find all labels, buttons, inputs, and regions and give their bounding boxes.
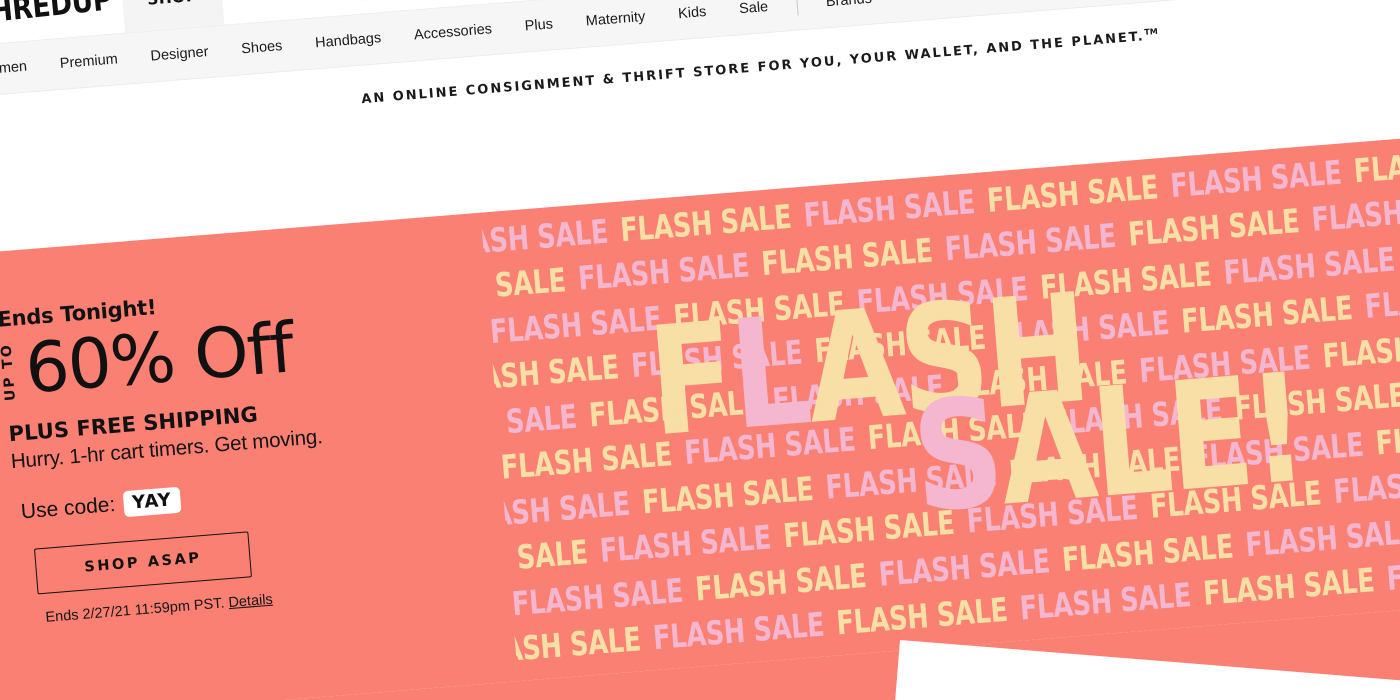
thredup-logo[interactable]: THREDUP: [0, 0, 113, 32]
nav-item-maternity[interactable]: Maternity: [585, 9, 646, 30]
nav-item-sale[interactable]: Sale: [739, 0, 769, 17]
screenshot-stage: THREDUP SHOP SELL: [0, 0, 1400, 700]
hero-offer-copy: Ends Tonight! UP TO 60% Off PLUS FREE SH…: [0, 200, 678, 700]
wordmark-letter: A: [992, 358, 1100, 540]
shop-asap-button-label: SHOP ASAP: [83, 550, 203, 576]
details-link[interactable]: Details: [228, 592, 273, 612]
wordmark-letter: S: [906, 366, 1007, 547]
wordmark-letter: L: [724, 284, 814, 464]
wordmark-letter: L: [1085, 352, 1176, 533]
nav-item-handbags[interactable]: Handbags: [315, 30, 382, 51]
nav-item-brands[interactable]: Brands: [825, 0, 872, 10]
nav-item-women[interactable]: Women: [0, 59, 28, 79]
hero-headline: 60% Off: [22, 308, 296, 410]
tagline-trademark: TM: [1143, 26, 1159, 37]
nav-item-shoes[interactable]: Shoes: [241, 38, 283, 57]
wordmark-letter: E: [1161, 346, 1257, 526]
nav-divider: [796, 0, 799, 16]
nav-item-plus[interactable]: Plus: [524, 16, 553, 34]
hero-up-to-label: UP TO: [0, 342, 19, 402]
promo-code-label: Use code:: [20, 492, 117, 524]
tab-shop-label: SHOP: [146, 0, 198, 9]
nav-item-goody-boxes[interactable]: Goody Boxes: [904, 0, 992, 4]
promo-code-value[interactable]: YAY: [122, 486, 182, 518]
big-sale-wordmark: SALE!: [907, 342, 1310, 547]
rotated-page: THREDUP SHOP SELL: [0, 0, 1400, 700]
wordmark-letter: A: [799, 276, 907, 458]
nav-item-premium[interactable]: Premium: [59, 51, 118, 72]
nav-item-accessories[interactable]: Accessories: [413, 21, 492, 43]
nav-item-designer[interactable]: Designer: [150, 44, 209, 65]
shop-asap-button[interactable]: SHOP ASAP: [33, 531, 252, 595]
hero-fine-print-text: Ends 2/27/21 11:59pm PST.: [44, 595, 226, 626]
nav-item-kids[interactable]: Kids: [678, 4, 707, 22]
